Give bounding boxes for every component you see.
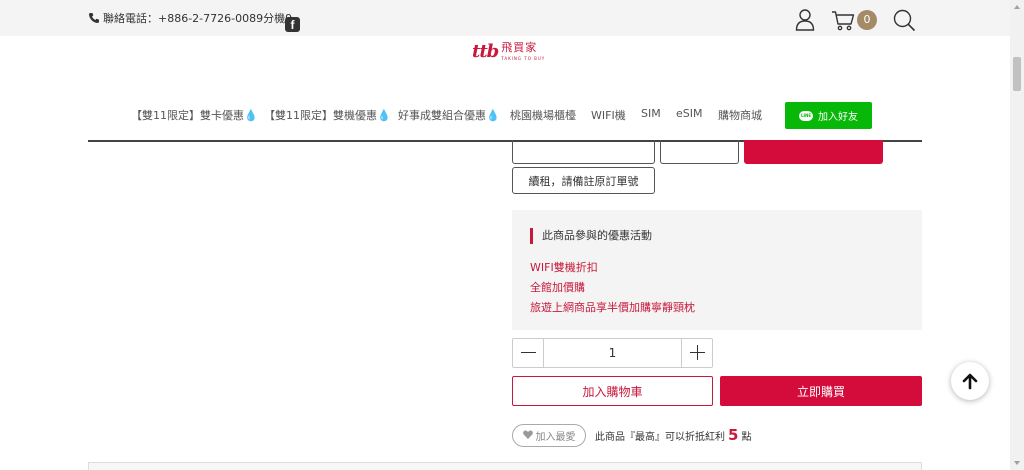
add-to-favorites-button[interactable]: 加入最愛 (512, 424, 586, 447)
page: 聯絡電話： +886-2-7726-0089分機9 f 0 ttb 飛買家 TA… (0, 0, 1024, 470)
add-to-cart-button[interactable]: 加入購物車 (512, 376, 713, 406)
line-add-friend-button[interactable]: LINE 加入好友 (785, 102, 872, 129)
drop-icon: 💧 (486, 109, 500, 122)
quantity-decrease-button[interactable] (513, 339, 544, 367)
scroll-down-arrow-icon[interactable] (1014, 461, 1020, 465)
nav-item-wifi[interactable]: WIFI機 (591, 107, 626, 123)
phone-label: 聯絡電話： (103, 12, 158, 25)
nav-item-double-device[interactable]: 【雙11限定】雙機優惠💧 (264, 107, 391, 123)
phone-icon (88, 12, 100, 24)
top-bar: 聯絡電話： +886-2-7726-0089分機9 f 0 (0, 0, 1010, 36)
cart-count-badge: 0 (857, 10, 877, 30)
quantity-input[interactable]: 1 (544, 339, 681, 367)
option-button[interactable] (512, 140, 655, 164)
bonus-points-value: 5 (728, 426, 739, 444)
phone-number[interactable]: +886-2-7726-0089分機9 (158, 10, 292, 26)
promotion-link[interactable]: 旅遊上網商品享半價加購寧靜頸枕 (530, 299, 695, 315)
logo-tagline: TAKING TO BUY (501, 56, 546, 61)
nav-item-esim[interactable]: eSIM (676, 107, 703, 120)
drop-icon: 💧 (377, 109, 391, 122)
promotion-title: 此商品參與的優惠活動 (530, 228, 652, 244)
site-logo[interactable]: ttb 飛買家 TAKING TO BUY (472, 42, 545, 62)
nav-item-sim[interactable]: SIM (641, 107, 661, 120)
quantity-stepper: 1 (512, 338, 713, 368)
buy-now-button[interactable]: 立即購買 (720, 376, 922, 406)
scroll-to-top-button[interactable] (951, 362, 989, 400)
promotion-panel: 此商品參與的優惠活動 WIFI雙機折扣 全館加價購 旅遊上網商品享半價加購寧靜頸… (512, 210, 922, 330)
nav-item-combo[interactable]: 好事成雙組合優惠💧 (398, 107, 500, 123)
bonus-points-info: 此商品『最高』可以折抵紅利 5 點 (595, 426, 752, 444)
promotion-link[interactable]: 全館加價購 (530, 279, 585, 295)
nav-item-airport[interactable]: 桃園機場櫃檯 (510, 107, 576, 123)
logo-name: 飛買家 (501, 41, 538, 54)
promotion-link[interactable]: WIFI雙機折扣 (530, 259, 598, 275)
renew-option-button[interactable]: 續租，請備註原訂單號 (512, 167, 655, 194)
heart-icon (522, 430, 533, 442)
scroll-up-arrow-icon[interactable] (1014, 5, 1020, 9)
user-icon[interactable] (795, 9, 815, 35)
arrow-up-icon (962, 373, 978, 390)
scrollbar-thumb[interactable] (1013, 57, 1021, 91)
nav-item-shop[interactable]: 購物商城 (718, 107, 762, 123)
option-button-selected[interactable] (744, 140, 883, 164)
line-icon: LINE (799, 110, 813, 121)
page-scrollbar[interactable] (1010, 0, 1024, 470)
cart-icon[interactable] (831, 11, 855, 35)
quantity-increase-button[interactable] (681, 339, 712, 367)
contact-phone: 聯絡電話： +886-2-7726-0089分機9 (88, 10, 292, 26)
next-section-panel (88, 462, 922, 470)
logo-mark: ttb (472, 41, 499, 62)
nav-item-double-card[interactable]: 【雙11限定】雙卡優惠💧 (131, 107, 258, 123)
search-icon[interactable] (893, 9, 916, 36)
facebook-icon[interactable]: f (285, 17, 300, 32)
option-button[interactable] (660, 140, 739, 164)
drop-icon: 💧 (244, 109, 258, 122)
